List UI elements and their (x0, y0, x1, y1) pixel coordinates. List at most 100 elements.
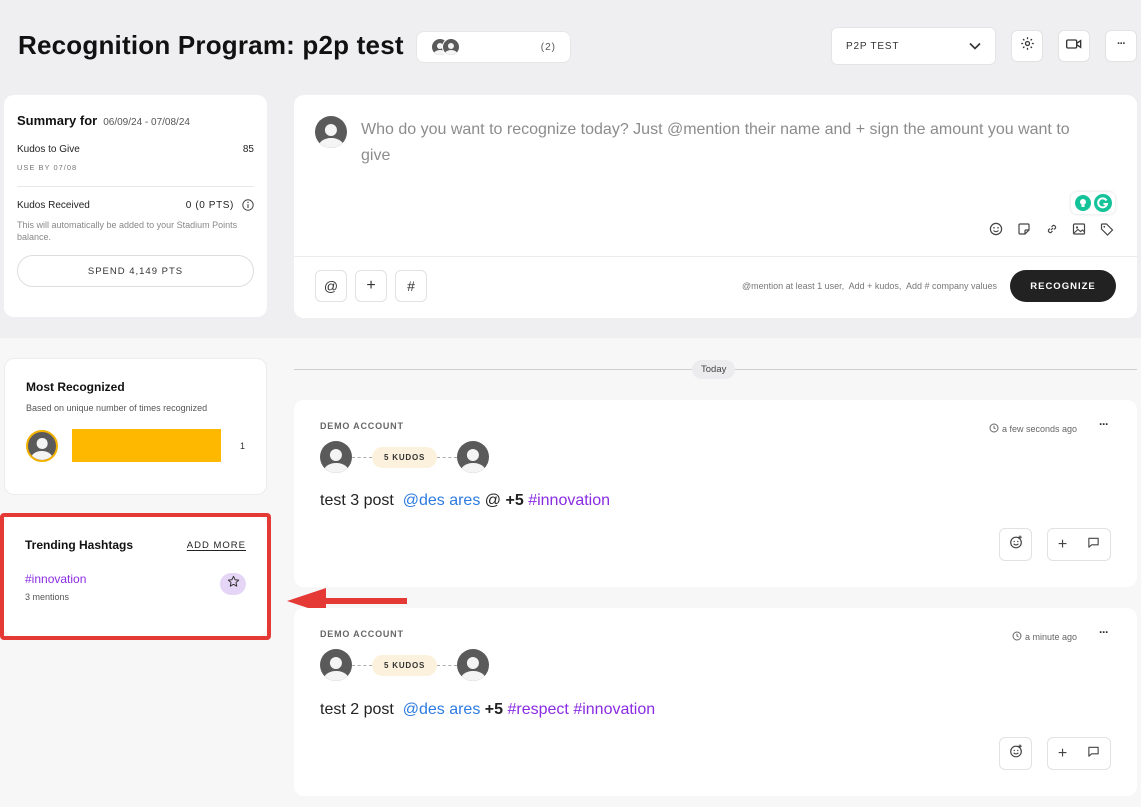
program-select-value: P2P TEST (846, 40, 900, 52)
post-author: DEMO ACCOUNT (320, 629, 404, 639)
post-points: +5 (505, 492, 524, 509)
post-time: a minute ago (1024, 632, 1077, 642)
kudos-transfer: 5 KUDOS (320, 649, 490, 681)
user-avatar (315, 116, 347, 148)
program-select[interactable]: P2P TEST (831, 27, 996, 65)
plus-icon[interactable]: + (1058, 536, 1067, 554)
image-icon[interactable] (1072, 222, 1086, 241)
hash-icon: # (407, 278, 415, 294)
link-icon[interactable] (1045, 222, 1059, 241)
post-extra: @ (484, 492, 502, 509)
most-recognized-entry[interactable]: 1 (26, 429, 245, 462)
hashtag-link[interactable]: #respect (507, 701, 568, 718)
sender-avatar (320, 649, 352, 681)
comment-icon[interactable] (1087, 536, 1100, 554)
use-by-label: USE BY 07/08 (17, 163, 78, 172)
add-reaction-button[interactable] (999, 528, 1032, 561)
members-pill[interactable]: (2) (416, 31, 571, 63)
recognize-label: RECOGNIZE (1030, 280, 1096, 292)
video-camera-icon (1066, 37, 1082, 55)
most-recognized-count: 1 (239, 440, 245, 451)
dash-line (352, 456, 372, 458)
highlight-box (0, 513, 271, 640)
dash-line (352, 664, 372, 666)
kudos-to-give-value: 85 (242, 144, 254, 155)
most-recognized-subtitle: Based on unique number of times recogniz… (26, 403, 208, 413)
most-recognized-card: Most Recognized Based on unique number o… (4, 358, 267, 495)
post-card: DEMO ACCOUNT a minute ago ··· 5 KUDOS te… (294, 608, 1137, 796)
post-time: a few seconds ago (1001, 424, 1077, 434)
hashtag-link[interactable]: #innovation (528, 492, 610, 509)
composer-hint: @mention at least 1 user, Add + kudos, A… (741, 281, 997, 291)
clock-icon (1012, 628, 1022, 646)
chevron-down-icon (969, 37, 981, 55)
add-reaction-button[interactable] (999, 737, 1032, 770)
sticker-icon[interactable] (1017, 222, 1031, 241)
mention-link[interactable]: @des ares (403, 701, 481, 718)
add-kudos-button[interactable]: + (355, 270, 387, 302)
kudos-received-value: 0 (0 PTS) (185, 199, 234, 211)
add-emoji-icon (1009, 535, 1023, 554)
post-timestamp: a minute ago (977, 628, 1077, 646)
grammarly-widget[interactable] (1071, 192, 1115, 214)
at-icon: @ (323, 278, 339, 294)
composer-input[interactable]: Who do you want to recognize today? Just… (361, 117, 1101, 169)
members-count: (2) (540, 41, 556, 53)
member-avatar (442, 38, 460, 56)
post-text: test 2 post (320, 701, 394, 718)
composer-card: Who do you want to recognize today? Just… (294, 95, 1137, 318)
plus-icon: + (366, 277, 376, 294)
emoji-icon[interactable] (989, 222, 1003, 241)
composer-divider (294, 256, 1137, 257)
more-options-button[interactable]: ··· (1105, 30, 1137, 62)
recognize-button[interactable]: RECOGNIZE (1010, 270, 1116, 302)
tag-icon[interactable] (1100, 222, 1114, 241)
hashtag-link[interactable]: #innovation (573, 701, 655, 718)
post-author: DEMO ACCOUNT (320, 421, 404, 431)
mention-button[interactable]: @ (315, 270, 347, 302)
kudos-received-label: Kudos Received (17, 199, 90, 211)
info-icon[interactable] (242, 199, 254, 211)
comment-icon[interactable] (1087, 745, 1100, 763)
post-timestamp: a few seconds ago (977, 420, 1077, 438)
spend-points-button[interactable]: SPEND 4,149 PTS (17, 255, 254, 287)
post-body: test 3 post @des ares @ +5 #innovation (320, 492, 610, 510)
most-recognized-bar (72, 429, 221, 462)
post-actions: + (1047, 737, 1111, 770)
dash-line (437, 664, 458, 666)
post-body: test 2 post @des ares +5 #respect #innov… (320, 701, 655, 719)
mention-link[interactable]: @des ares (403, 492, 481, 509)
kudos-to-give-label: Kudos to Give (17, 144, 80, 155)
recipient-avatar (457, 649, 490, 681)
post-more-button[interactable]: ··· (1099, 625, 1109, 639)
page-title: Recognition Program: p2p test (18, 30, 404, 60)
plus-icon[interactable]: + (1058, 745, 1067, 763)
post-text: test 3 post (320, 492, 394, 509)
add-emoji-icon (1009, 744, 1023, 763)
post-more-button[interactable]: ··· (1099, 417, 1109, 431)
grammarly-icon (1093, 194, 1112, 212)
post-points: +5 (484, 701, 504, 718)
kudos-badge: 5 KUDOS (372, 446, 438, 468)
video-button[interactable] (1058, 30, 1090, 62)
settings-button[interactable] (1011, 30, 1043, 62)
summary-note: This will automatically be added to your… (17, 220, 238, 242)
dash-line (437, 456, 458, 458)
post-actions: + (1047, 528, 1111, 561)
divider (17, 186, 254, 187)
more-icon: ··· (1117, 38, 1126, 50)
spend-points-label: SPEND 4,149 PTS (87, 265, 184, 277)
today-label: Today (701, 364, 727, 375)
post-card: DEMO ACCOUNT a few seconds ago ··· 5 KUD… (294, 400, 1137, 587)
most-recognized-title: Most Recognized (26, 380, 125, 394)
clock-icon (989, 420, 999, 438)
hashtag-button[interactable]: # (395, 270, 427, 302)
summary-date-range: 06/09/24 - 07/08/24 (103, 117, 190, 128)
kudos-badge: 5 KUDOS (372, 654, 438, 676)
sender-avatar (320, 441, 352, 473)
summary-title: Summary for (17, 113, 98, 128)
composer-toolbar (989, 222, 1114, 241)
recipient-avatar (457, 441, 490, 473)
gear-icon (1020, 36, 1035, 56)
lightbulb-icon (1074, 195, 1091, 211)
